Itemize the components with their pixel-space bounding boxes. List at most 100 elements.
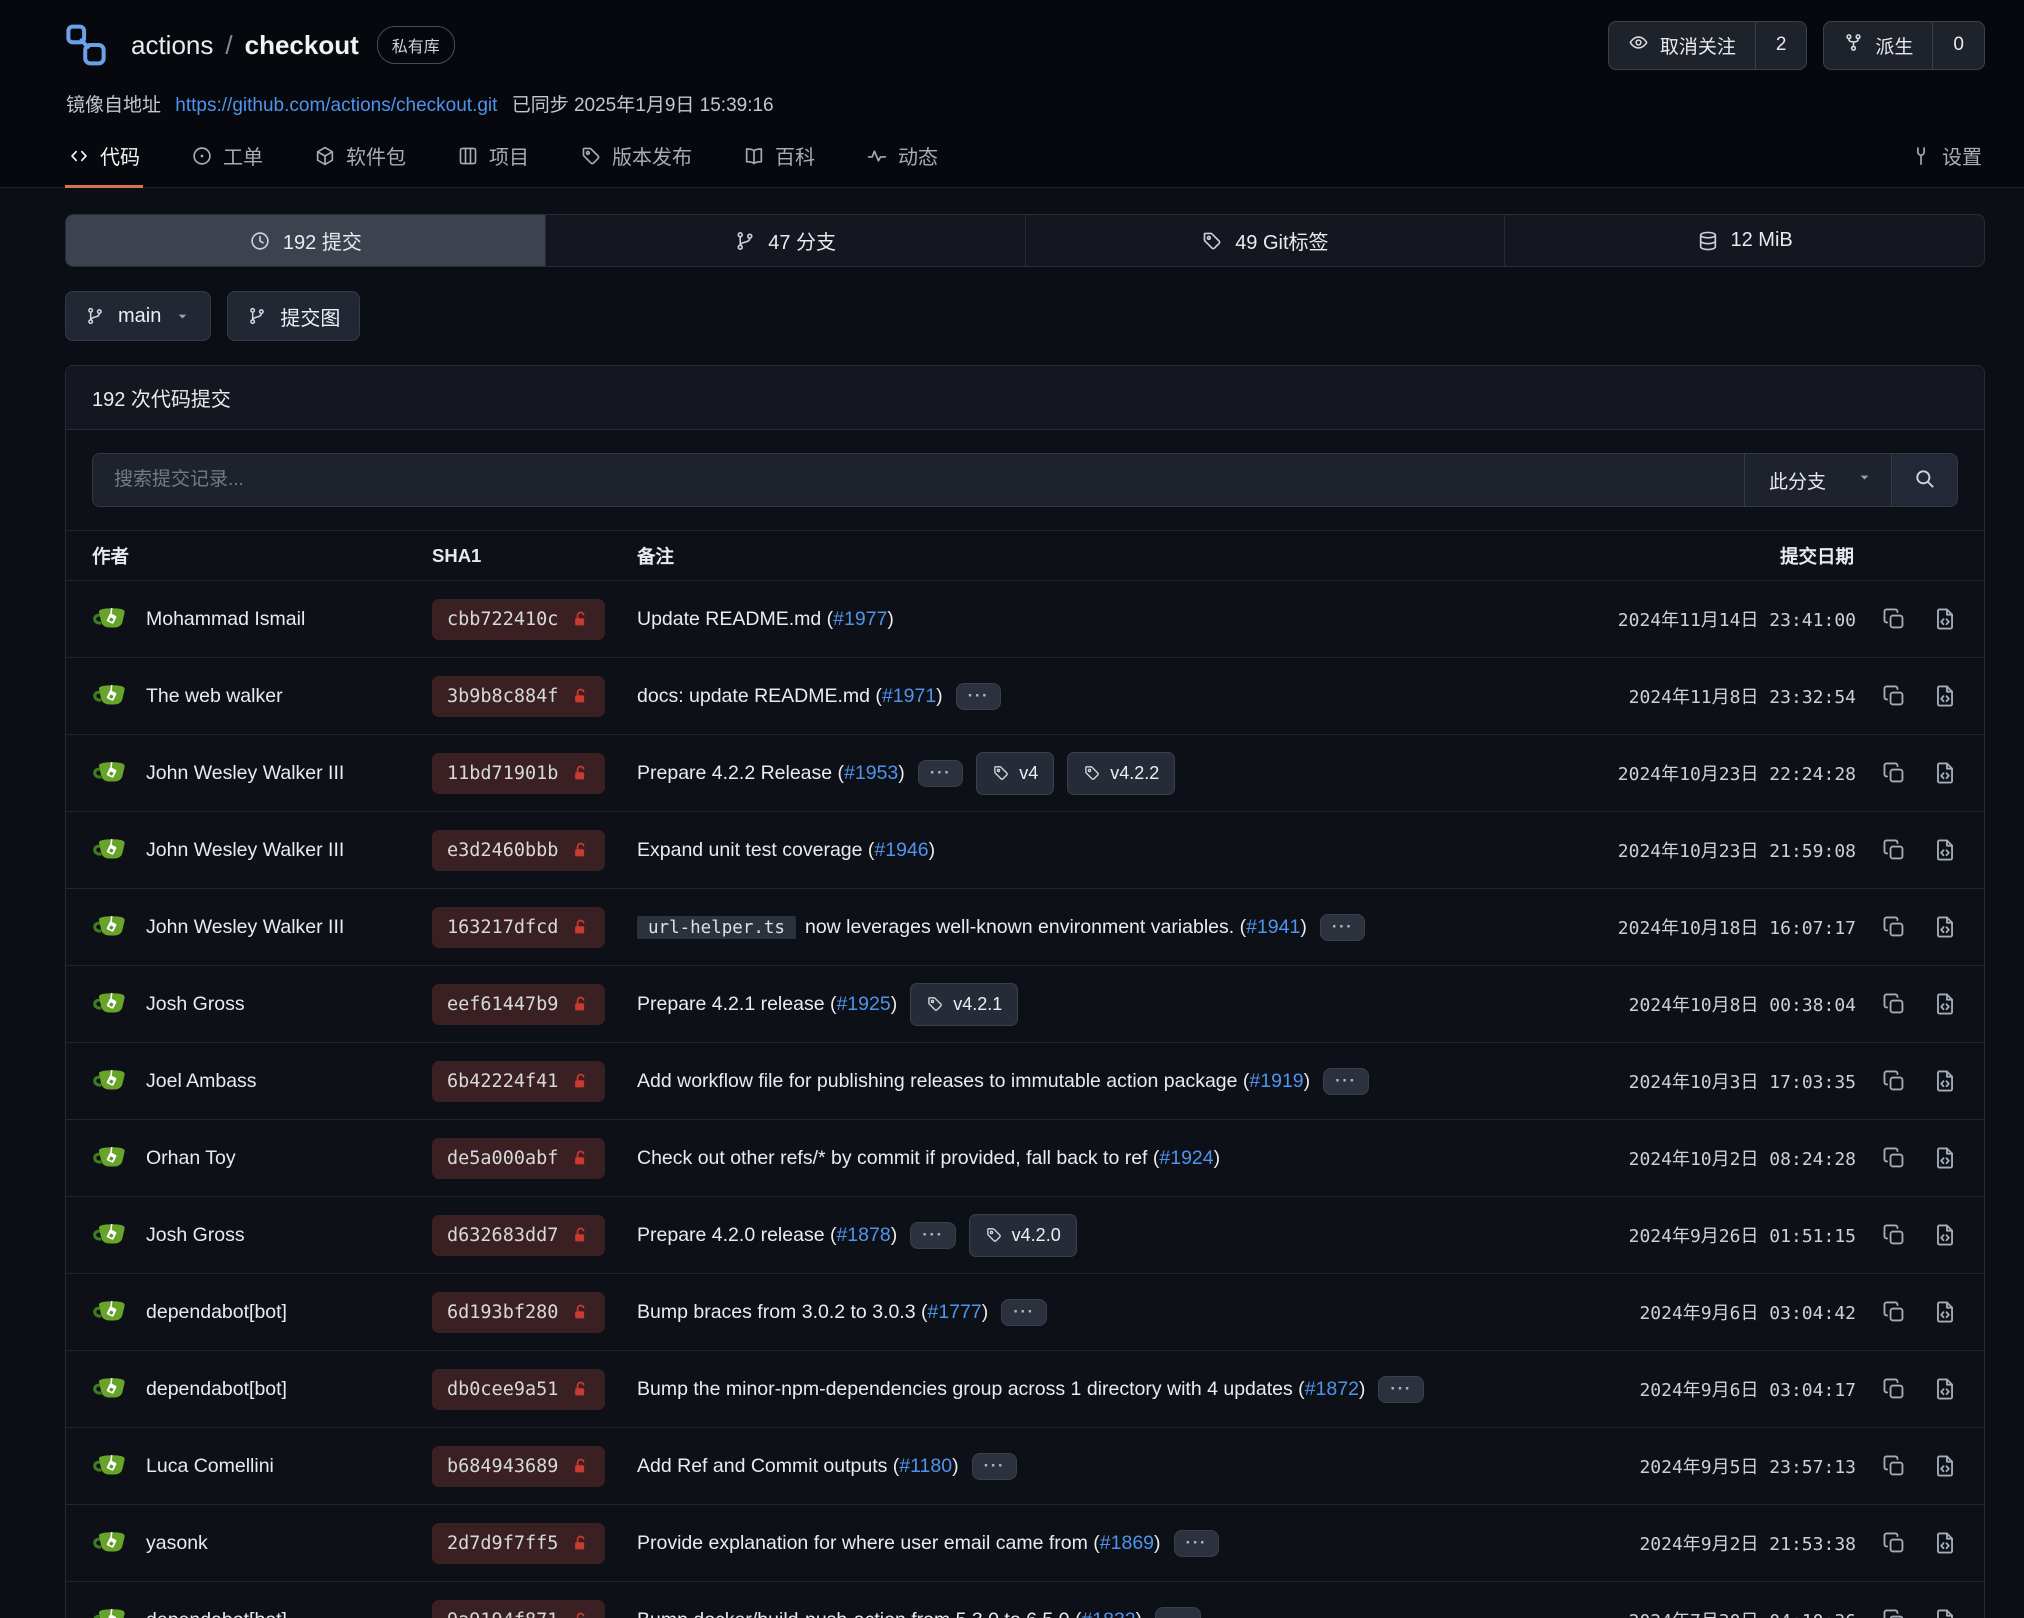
commit-author-link[interactable]: Orhan Toy — [146, 1147, 236, 1170]
view-file-at-commit-button[interactable] — [1932, 914, 1958, 940]
view-file-at-commit-button[interactable] — [1932, 606, 1958, 632]
commit-sha-link[interactable]: cbb722410c — [432, 599, 605, 640]
commit-author-link[interactable]: Luca Comellini — [146, 1455, 274, 1478]
commit-message[interactable]: Add workflow file for publishing release… — [637, 1070, 1310, 1093]
copy-sha-button[interactable] — [1881, 1376, 1907, 1402]
branch-select-button[interactable]: main — [65, 291, 211, 341]
mirror-url-link[interactable]: https://github.com/actions/checkout.git — [175, 95, 497, 116]
commit-message[interactable]: Bump braces from 3.0.2 to 3.0.3 (#1777) — [637, 1301, 988, 1324]
commit-message[interactable]: Bump the minor-npm-dependencies group ac… — [637, 1378, 1365, 1401]
commit-message[interactable]: docs: update README.md (#1971) — [637, 685, 943, 708]
expand-commit-button[interactable]: ··· — [918, 760, 963, 787]
commit-message[interactable]: Prepare 4.2.2 Release (#1953) — [637, 762, 905, 785]
search-button[interactable] — [1891, 454, 1957, 506]
issue-link[interactable]: #1777 — [927, 1301, 981, 1323]
copy-sha-button[interactable] — [1881, 1299, 1907, 1325]
tag-button[interactable]: v4.2.1 — [910, 983, 1018, 1026]
expand-commit-button[interactable]: ··· — [1378, 1376, 1423, 1403]
tab-issues[interactable]: 工单 — [188, 129, 266, 188]
tag-button[interactable]: v4.2.2 — [1067, 752, 1175, 795]
commit-sha-link[interactable]: eef61447b9 — [432, 984, 605, 1025]
issue-link[interactable]: #1946 — [874, 839, 928, 861]
expand-commit-button[interactable]: ··· — [1320, 914, 1365, 941]
stats-size[interactable]: 12 MiB — [1504, 215, 1984, 266]
copy-sha-button[interactable] — [1881, 1530, 1907, 1556]
expand-commit-button[interactable]: ··· — [1001, 1299, 1046, 1326]
copy-sha-button[interactable] — [1881, 837, 1907, 863]
issue-link[interactable]: #1971 — [882, 685, 936, 707]
commit-message[interactable]: Prepare 4.2.1 release (#1925) — [637, 993, 897, 1016]
tab-wiki[interactable]: 百科 — [740, 129, 818, 188]
issue-link[interactable]: #1832 — [1081, 1609, 1135, 1618]
view-file-at-commit-button[interactable] — [1932, 1299, 1958, 1325]
search-commits-input[interactable] — [93, 454, 1744, 506]
commit-message[interactable]: Bump docker/build-push-action from 5.3.0… — [637, 1609, 1142, 1618]
commit-author-link[interactable]: Josh Gross — [146, 1224, 245, 1247]
stats-commits[interactable]: 192 提交 — [66, 215, 545, 266]
commit-sha-link[interactable]: 3b9b8c884f — [432, 676, 605, 717]
commit-author-link[interactable]: Joel Ambass — [146, 1070, 257, 1093]
commit-sha-link[interactable]: e3d2460bbb — [432, 830, 605, 871]
issue-link[interactable]: #1878 — [836, 1224, 890, 1246]
commit-sha-link[interactable]: d632683dd7 — [432, 1215, 605, 1256]
repo-name-link[interactable]: checkout — [245, 30, 359, 61]
tab-releases[interactable]: 版本发布 — [577, 129, 695, 188]
view-file-at-commit-button[interactable] — [1932, 1145, 1958, 1171]
branch-filter-dropdown[interactable]: 此分支 — [1744, 454, 1891, 506]
issue-link[interactable]: #1941 — [1246, 916, 1300, 938]
view-file-at-commit-button[interactable] — [1932, 1530, 1958, 1556]
tag-button[interactable]: v4 — [976, 752, 1054, 795]
copy-sha-button[interactable] — [1881, 1453, 1907, 1479]
commit-author-link[interactable]: Josh Gross — [146, 993, 245, 1016]
issue-link[interactable]: #1872 — [1305, 1378, 1359, 1400]
commit-author-link[interactable]: John Wesley Walker III — [146, 839, 344, 862]
commit-author-link[interactable]: The web walker — [146, 685, 283, 708]
commit-message[interactable]: Expand unit test coverage (#1946) — [637, 839, 935, 862]
copy-sha-button[interactable] — [1881, 1145, 1907, 1171]
commit-sha-link[interactable]: 9a9194f871 — [432, 1600, 605, 1618]
expand-commit-button[interactable]: ··· — [1174, 1530, 1219, 1557]
stats-branches[interactable]: 47 分支 — [545, 215, 1025, 266]
commit-author-link[interactable]: yasonk — [146, 1532, 208, 1555]
commit-sha-link[interactable]: 2d7d9f7ff5 — [432, 1523, 605, 1564]
issue-link[interactable]: #1180 — [899, 1455, 952, 1477]
copy-sha-button[interactable] — [1881, 914, 1907, 940]
commit-author-link[interactable]: dependabot[bot] — [146, 1301, 287, 1324]
commit-message[interactable]: Provide explanation for where user email… — [637, 1532, 1161, 1555]
copy-sha-button[interactable] — [1881, 1607, 1907, 1618]
commit-message[interactable]: url-helper.tsnow leverages well-known en… — [637, 916, 1307, 939]
commit-author-link[interactable]: John Wesley Walker III — [146, 762, 344, 785]
forks-count[interactable]: 0 — [1932, 22, 1984, 69]
expand-commit-button[interactable]: ··· — [1323, 1068, 1368, 1095]
commit-author-link[interactable]: dependabot[bot] — [146, 1378, 287, 1401]
tab-packages[interactable]: 软件包 — [311, 129, 409, 188]
commit-sha-link[interactable]: b684943689 — [432, 1446, 605, 1487]
view-file-at-commit-button[interactable] — [1932, 1376, 1958, 1402]
expand-commit-button[interactable]: ··· — [972, 1453, 1017, 1480]
copy-sha-button[interactable] — [1881, 683, 1907, 709]
commit-author-link[interactable]: Mohammad Ismail — [146, 608, 305, 631]
stats-tags[interactable]: 49 Git标签 — [1025, 215, 1505, 266]
view-file-at-commit-button[interactable] — [1932, 1068, 1958, 1094]
copy-sha-button[interactable] — [1881, 1068, 1907, 1094]
tab-settings[interactable]: 设置 — [1907, 129, 1985, 188]
commit-message[interactable]: Prepare 4.2.0 release (#1878) — [637, 1224, 897, 1247]
tab-activity[interactable]: 动态 — [863, 129, 941, 188]
view-file-at-commit-button[interactable] — [1932, 837, 1958, 863]
commit-sha-link[interactable]: db0cee9a51 — [432, 1369, 605, 1410]
tab-code[interactable]: 代码 — [65, 129, 143, 188]
view-file-at-commit-button[interactable] — [1932, 1453, 1958, 1479]
unwatch-button[interactable]: 取消关注 — [1609, 22, 1755, 69]
commit-message[interactable]: Update README.md (#1977) — [637, 608, 894, 631]
commit-sha-link[interactable]: 163217dfcd — [432, 907, 605, 948]
watchers-count[interactable]: 2 — [1755, 22, 1807, 69]
copy-sha-button[interactable] — [1881, 991, 1907, 1017]
expand-commit-button[interactable]: ··· — [956, 683, 1001, 710]
copy-sha-button[interactable] — [1881, 606, 1907, 632]
issue-link[interactable]: #1919 — [1249, 1070, 1303, 1092]
commit-author-link[interactable]: John Wesley Walker III — [146, 916, 344, 939]
commit-sha-link[interactable]: 6d193bf280 — [432, 1292, 605, 1333]
view-file-at-commit-button[interactable] — [1932, 683, 1958, 709]
commit-sha-link[interactable]: 6b42224f41 — [432, 1061, 605, 1102]
issue-link[interactable]: #1869 — [1100, 1532, 1154, 1554]
